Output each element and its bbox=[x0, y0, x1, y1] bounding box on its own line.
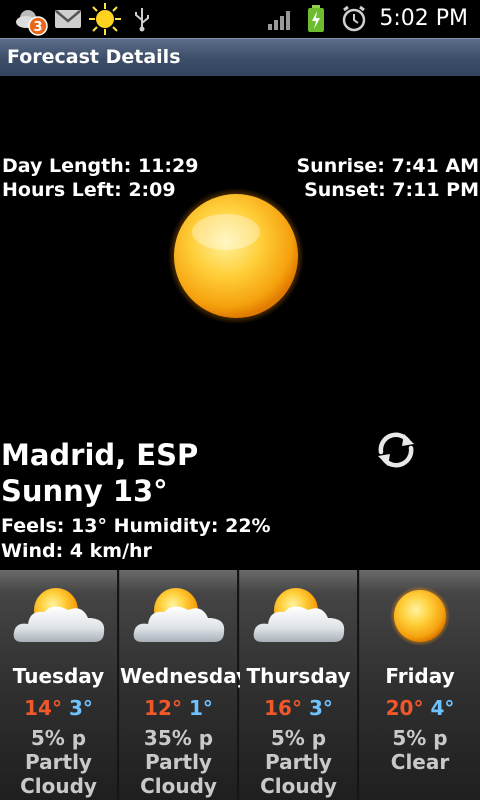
low-temp: 3° bbox=[68, 696, 93, 720]
forecast-day-friday[interactable]: Friday 20° 4° 5% p Clear bbox=[360, 570, 480, 800]
high-temp: 12° bbox=[144, 696, 182, 720]
forecast-temps: 14° 3° bbox=[0, 696, 117, 720]
status-bar: 3 5:02 PM bbox=[0, 0, 480, 38]
day-length: Day Length: 11:29 bbox=[2, 155, 199, 177]
gmail-icon bbox=[55, 10, 81, 28]
high-temp: 16° bbox=[264, 696, 302, 720]
forecast-day-tuesday[interactable]: Tuesday 14° 3° 5% p Partly Cloudy bbox=[0, 570, 119, 800]
forecast-day-name: Friday bbox=[385, 664, 455, 688]
forecast-temps: 16° 3° bbox=[240, 696, 357, 720]
forecast-day-wednesday[interactable]: Wednesday 12° 1° 35% p Partly Cloudy bbox=[120, 570, 250, 800]
high-temp: 14° bbox=[24, 696, 62, 720]
low-temp: 4° bbox=[430, 696, 455, 720]
condition-line-1: Partly bbox=[265, 750, 332, 774]
notification-badge: 3 bbox=[33, 20, 42, 35]
forecast-day-name: Thursday bbox=[246, 664, 351, 688]
partly-cloudy-icon bbox=[133, 588, 225, 642]
feels-humidity: Feels: 13° Humidity: 22% bbox=[1, 515, 271, 537]
usb-icon bbox=[135, 8, 149, 32]
forecast-temps: 20° 4° bbox=[360, 696, 480, 720]
low-temp: 3° bbox=[308, 696, 333, 720]
condition-line-1: Partly bbox=[25, 750, 92, 774]
condition-line-2: Cloudy bbox=[20, 774, 97, 798]
precip-chance: 5% p bbox=[270, 726, 327, 750]
forecast-day-name: Wednesday bbox=[120, 664, 250, 688]
precip-chance: 5% p bbox=[392, 726, 448, 750]
clock: 5:02 PM bbox=[379, 6, 468, 31]
current-condition: Sunny 13° bbox=[1, 474, 168, 508]
weather-notification-icon: 3 bbox=[16, 10, 48, 36]
forecast-strip: Tuesday 14° 3° 5% p Partly Cloudy Wednes… bbox=[0, 570, 480, 800]
page-title: Forecast Details bbox=[7, 46, 181, 68]
forecast-day-thursday[interactable]: Thursday 16° 3° 5% p Partly Cloudy bbox=[240, 570, 359, 800]
condition-line-1: Clear bbox=[390, 750, 450, 774]
high-temp: 20° bbox=[385, 696, 424, 720]
sunrise: Sunrise: 7:41 AM bbox=[296, 155, 479, 177]
wind: Wind: 4 km/hr bbox=[1, 540, 152, 562]
battery-charging-icon bbox=[308, 5, 324, 32]
title-bar: Forecast Details bbox=[0, 38, 480, 76]
signal-icon bbox=[268, 11, 290, 30]
precip-chance: 5% p bbox=[30, 726, 87, 750]
condition-line-2: Cloudy bbox=[140, 774, 217, 798]
precip-chance: 35% p bbox=[143, 726, 214, 750]
partly-cloudy-icon bbox=[13, 588, 105, 642]
low-temp: 1° bbox=[188, 696, 213, 720]
forecast-day-name: Tuesday bbox=[12, 664, 105, 688]
partly-cloudy-icon bbox=[253, 588, 345, 642]
alarm-icon bbox=[342, 5, 366, 32]
condition-line-1: Partly bbox=[145, 750, 212, 774]
sun-icon bbox=[168, 188, 304, 324]
sunset: Sunset: 7:11 PM bbox=[304, 179, 479, 201]
condition-line-2: Cloudy bbox=[260, 774, 337, 798]
refresh-button[interactable] bbox=[374, 428, 418, 472]
sun-icon bbox=[390, 586, 450, 646]
sun-notification-icon bbox=[89, 3, 121, 35]
forecast-temps: 12° 1° bbox=[120, 696, 237, 720]
location-name: Madrid, ESP bbox=[1, 438, 199, 472]
hours-left: Hours Left: 2:09 bbox=[2, 179, 176, 201]
